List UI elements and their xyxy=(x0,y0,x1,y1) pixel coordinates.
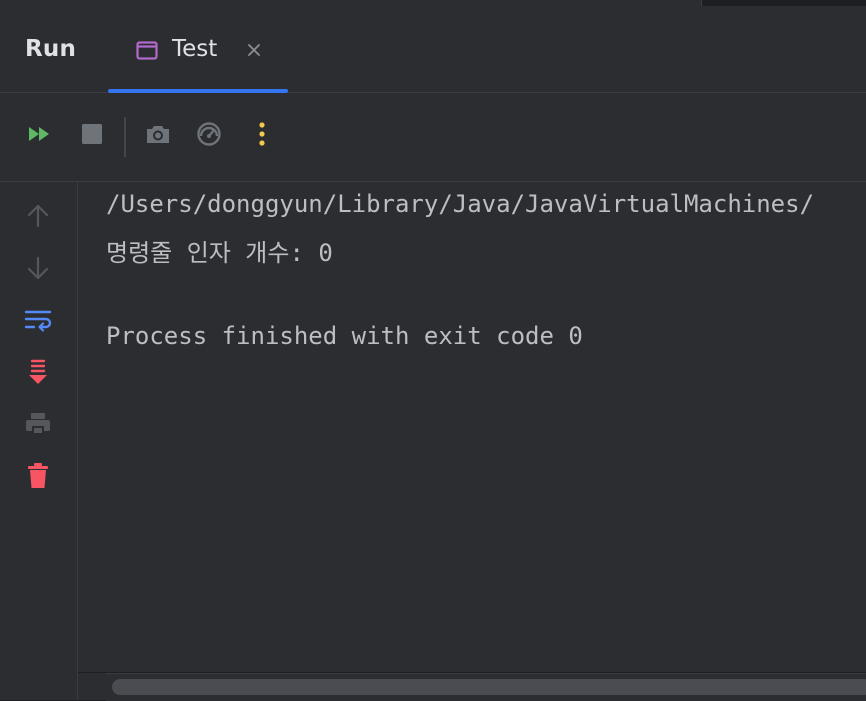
stop-button[interactable] xyxy=(77,121,107,151)
clear-all-button[interactable] xyxy=(22,462,54,494)
trash-icon xyxy=(26,462,50,494)
camera-icon xyxy=(144,122,172,150)
console-line: Process finished with exit code 0 xyxy=(106,322,583,350)
scrollbar-thumb[interactable] xyxy=(112,679,866,695)
stop-icon xyxy=(80,122,104,150)
arrow-down-icon xyxy=(26,255,50,285)
toolbar-separator xyxy=(124,117,126,157)
tool-window-header: Run Test xyxy=(0,6,866,93)
print-button[interactable] xyxy=(22,410,54,442)
scroll-to-end-button[interactable] xyxy=(22,358,54,390)
scrollbar-corner xyxy=(78,673,106,700)
console-actions-gutter xyxy=(0,182,78,700)
scroll-to-end-icon xyxy=(26,358,50,390)
profiler-button[interactable] xyxy=(194,121,224,151)
more-vertical-icon xyxy=(257,121,267,151)
rerun-button[interactable] xyxy=(25,121,55,151)
gauge-icon xyxy=(196,121,222,151)
horizontal-scrollbar[interactable] xyxy=(106,673,866,701)
screenshot-button[interactable] xyxy=(143,121,173,151)
close-icon[interactable] xyxy=(246,42,262,58)
soft-wrap-icon xyxy=(24,308,52,336)
tab-label: Test xyxy=(172,36,218,62)
run-toolbar xyxy=(0,93,866,182)
print-icon xyxy=(24,411,52,441)
more-options-button[interactable] xyxy=(247,121,277,151)
console-line: /Users/donggyun/Library/Java/JavaVirtual… xyxy=(106,190,815,218)
soft-wrap-button[interactable] xyxy=(22,306,54,338)
tab-test[interactable]: Test xyxy=(108,6,288,93)
scroll-up-button[interactable] xyxy=(22,202,54,234)
console-line: 명령줄 인자 개수: 0 xyxy=(106,239,333,267)
window-icon xyxy=(136,41,158,60)
rerun-icon xyxy=(26,124,54,148)
scroll-down-button[interactable] xyxy=(22,254,54,286)
panel-title: Run xyxy=(25,36,77,62)
arrow-up-icon xyxy=(26,203,50,233)
console-output[interactable]: /Users/donggyun/Library/Java/JavaVirtual… xyxy=(78,182,866,672)
